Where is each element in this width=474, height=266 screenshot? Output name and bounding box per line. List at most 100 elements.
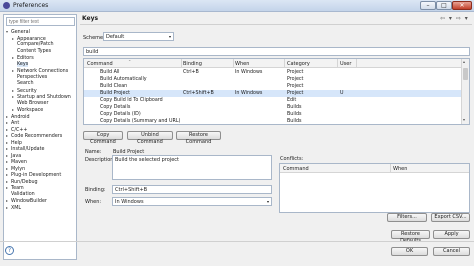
apply-button[interactable]: Apply <box>433 230 470 239</box>
table-row[interactable]: Build All Ctrl+B In Windows Project <box>84 69 461 76</box>
conflicts-header: Command When <box>280 164 469 173</box>
tree-item-label: Network Connections <box>17 69 69 74</box>
when-select[interactable]: In Windows ▾ <box>112 197 272 206</box>
binding-label: Binding: <box>85 187 106 193</box>
filters-button[interactable]: Filters... <box>387 213 427 222</box>
copy-command-button[interactable]: Copy Command <box>83 131 123 145</box>
cell-command: Copy Details (Summary and URL) <box>100 119 181 124</box>
cell-user: U <box>340 91 344 96</box>
tree-item-label: Mylyn <box>11 166 26 172</box>
tree-item-label: General <box>11 30 30 35</box>
tree-item-label: Editors <box>17 56 34 61</box>
preferences-tree-panel: ▾General▸AppearanceCompare/PatchContent … <box>3 14 77 260</box>
description-label: Description: <box>85 157 116 163</box>
history-nav-arrows[interactable]: ⇦ ▾ ⇨ ▾ <box>440 15 469 22</box>
tree-item-label: Plug-in Development <box>11 173 62 178</box>
maximize-button[interactable]: □ <box>436 1 452 10</box>
minimize-button[interactable]: – <box>420 1 436 10</box>
tree-item-label: Perspectives <box>17 74 48 80</box>
window-title: Preferences <box>13 2 49 9</box>
binding-field[interactable]: Ctrl+Shift+B <box>112 185 272 194</box>
scroll-down-icon[interactable]: ▾ <box>463 117 465 122</box>
tree-item-label: Compare/Patch <box>17 42 54 47</box>
app-icon <box>3 2 10 9</box>
tree-item-label: Appearance <box>17 36 46 42</box>
cell-category: Project <box>287 84 304 89</box>
tree-item-label: Security <box>17 88 37 94</box>
sort-indicator-icon: ⌃ <box>128 59 132 64</box>
tree-item-label: Maven <box>11 160 27 165</box>
tree-item[interactable]: ▸ XML <box>4 205 77 212</box>
table-row[interactable]: Build Project Ctrl+Shift+B In Windows Proje… <box>84 90 461 97</box>
cell-command: Build Automatically <box>100 77 147 82</box>
tree-item-label: Workspace <box>17 108 44 113</box>
tree-item-label: Ant <box>11 121 20 126</box>
when-label: When: <box>85 199 102 205</box>
description-field[interactable]: Build the selected project <box>112 155 272 180</box>
tree-item-label: Install/Update <box>11 147 45 152</box>
cancel-button[interactable]: Cancel <box>433 247 470 256</box>
scheme-value: Default <box>106 34 125 40</box>
table-row[interactable]: Copy Details Builds <box>84 104 461 111</box>
tree-item-label: Code Recommenders <box>11 134 63 139</box>
tree-item-label: Android <box>11 114 30 120</box>
tree-item-label: Team <box>11 186 24 191</box>
table-row[interactable]: Copy Build Id To Clipboard Edit <box>84 97 461 104</box>
scroll-up-icon[interactable]: ▴ <box>463 59 465 64</box>
conflicts-label: Conflicts: <box>280 156 304 162</box>
table-scrollbar[interactable]: ▴ ▾ <box>461 59 469 124</box>
header-divider <box>80 24 472 25</box>
restore-command-button[interactable]: Restore Command <box>176 131 221 145</box>
scrollbar-thumb[interactable] <box>463 68 468 80</box>
scheme-label: Scheme: <box>83 35 105 41</box>
conflicts-table[interactable]: Command When <box>279 163 470 213</box>
chevron-down-icon: ▾ <box>168 34 171 39</box>
cell-command: Build Clean <box>100 84 128 89</box>
close-button[interactable]: ✕ <box>452 1 472 10</box>
scheme-select[interactable]: Default ▾ <box>103 32 174 41</box>
bottom-divider <box>0 241 474 242</box>
page-title: Keys <box>82 15 99 22</box>
table-row[interactable]: Build Clean Project <box>84 83 461 90</box>
key-bindings-table[interactable]: Command ⌃ Binding When Category User Bui… <box>83 58 470 125</box>
cell-command: Copy Details <box>100 105 131 110</box>
table-row[interactable]: Copy Details (Summary and URL) Builds <box>84 118 461 124</box>
tree-item-label: Keys <box>17 61 29 67</box>
ok-button[interactable]: OK <box>391 247 428 256</box>
cell-category: Builds <box>287 105 302 110</box>
cell-when: In Windows <box>235 91 263 96</box>
tree-item-label: C/C++ <box>11 127 28 133</box>
cell-command: Copy Build Id To Clipboard <box>100 98 163 103</box>
tree-item-label: Content Types <box>17 48 52 54</box>
restore-defaults-button[interactable]: Restore Defaults <box>391 230 430 244</box>
cell-category: Project <box>287 91 304 96</box>
cell-category: Project <box>287 77 304 82</box>
tree-item-label: Run/Debug <box>11 179 38 185</box>
cell-category: Builds <box>287 119 302 124</box>
tree-item-label: XML <box>11 205 22 211</box>
cell-command: Build Project <box>100 91 130 96</box>
tree-item-label: WindowBuilder <box>11 199 47 204</box>
tree-item-label: Startup and Shutdown <box>17 95 71 100</box>
search-input[interactable]: build <box>83 47 470 56</box>
cell-category: Project <box>287 70 304 75</box>
cell-binding: Ctrl+Shift+B <box>183 91 214 96</box>
tree-item-label: Help <box>11 140 22 146</box>
title-bar: Preferences – □ ✕ <box>0 0 474 12</box>
conflicts-column-command[interactable]: Command <box>283 166 309 175</box>
table-row[interactable]: Build Automatically Project <box>84 76 461 83</box>
cell-category: Builds <box>287 112 302 117</box>
unbind-command-button[interactable]: Unbind Command <box>127 131 173 145</box>
table-row[interactable]: Copy Details (ID) Builds <box>84 111 461 118</box>
cell-command: Copy Details (ID) <box>100 112 141 117</box>
when-value: In Windows <box>115 199 144 205</box>
export-csv-button[interactable]: Export CSV... <box>431 213 470 222</box>
cell-when: In Windows <box>235 70 263 75</box>
tree-item-label: Web Browser <box>17 100 49 106</box>
conflicts-column-when[interactable]: When <box>393 166 407 175</box>
help-icon[interactable]: ? <box>5 246 14 255</box>
filter-input[interactable] <box>6 17 75 26</box>
cell-category: Edit <box>287 98 297 103</box>
tree-item-label: Validation <box>11 191 35 197</box>
chevron-down-icon: ▾ <box>266 199 269 204</box>
